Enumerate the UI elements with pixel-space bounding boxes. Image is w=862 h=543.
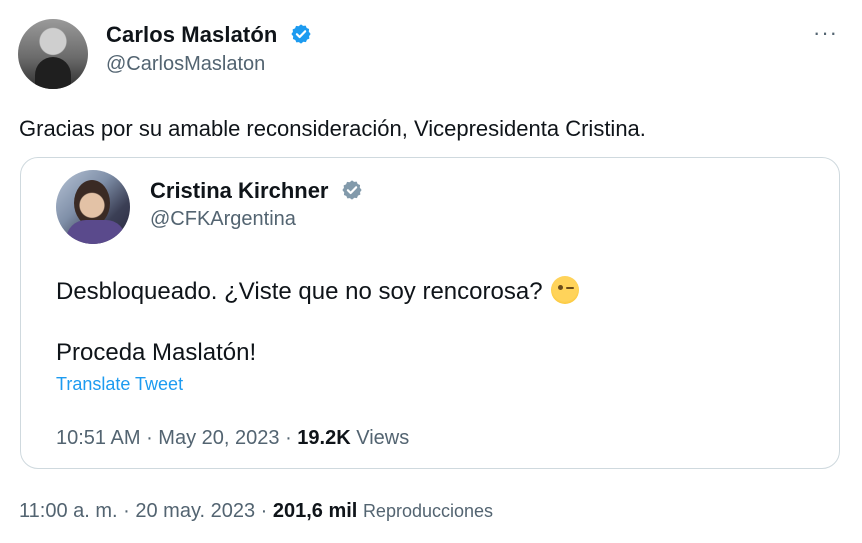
more-icon[interactable]: ···	[813, 20, 838, 46]
separator-dot: ·	[123, 500, 136, 522]
verified-badge-icon	[290, 23, 312, 51]
translate-tweet-link[interactable]: Translate Tweet	[56, 374, 183, 395]
quoted-time[interactable]: 10:51 AM	[56, 427, 141, 449]
author-handle[interactable]: @CarlosMaslaton	[106, 53, 265, 76]
verified-gray-badge-icon	[341, 179, 363, 207]
author-avatar[interactable]	[18, 19, 88, 89]
author-name[interactable]: Carlos Maslatón	[106, 22, 277, 47]
tweet-time[interactable]: 11:00 a. m.	[19, 500, 118, 522]
wink-emoji-icon	[550, 276, 579, 304]
tweet-date[interactable]: 20 may. 2023	[135, 500, 255, 522]
quoted-views-count: 19.2K	[297, 427, 351, 449]
quoted-text-line1: Desbloqueado. ¿Viste que no soy rencoros…	[56, 276, 579, 306]
tweet-views-count: 201,6 mil	[272, 500, 358, 522]
separator-dot: ·	[285, 427, 298, 449]
separator-dot: ·	[260, 500, 273, 522]
separator-dot: ·	[146, 427, 159, 449]
quoted-text-line1-text: Desbloqueado. ¿Viste que no soy rencoros…	[56, 278, 543, 305]
author-name-row[interactable]: Carlos Maslatón	[106, 22, 312, 51]
quoted-date[interactable]: May 20, 2023	[158, 427, 279, 449]
quoted-author-name-row[interactable]: Cristina Kirchner	[150, 178, 363, 207]
tweet-meta: 11:00 a. m. · 20 may. 2023 · 201,6 mil R…	[19, 500, 493, 523]
quoted-author-avatar[interactable]	[56, 170, 130, 244]
quoted-meta: 10:51 AM · May 20, 2023 · 19.2K Views	[56, 427, 409, 450]
quoted-text-line2: Proceda Maslatón!	[56, 339, 257, 366]
tweet-text: Gracias por su amable reconsideración, V…	[19, 116, 646, 141]
quoted-views-label: Views	[356, 427, 410, 449]
quoted-tweet[interactable]: Cristina Kirchner @CFKArgentina Desbloqu…	[20, 157, 840, 469]
tweet-views-label: Reproducciones	[362, 501, 494, 521]
quoted-author-name[interactable]: Cristina Kirchner	[150, 178, 329, 203]
quoted-author-handle[interactable]: @CFKArgentina	[150, 208, 296, 231]
